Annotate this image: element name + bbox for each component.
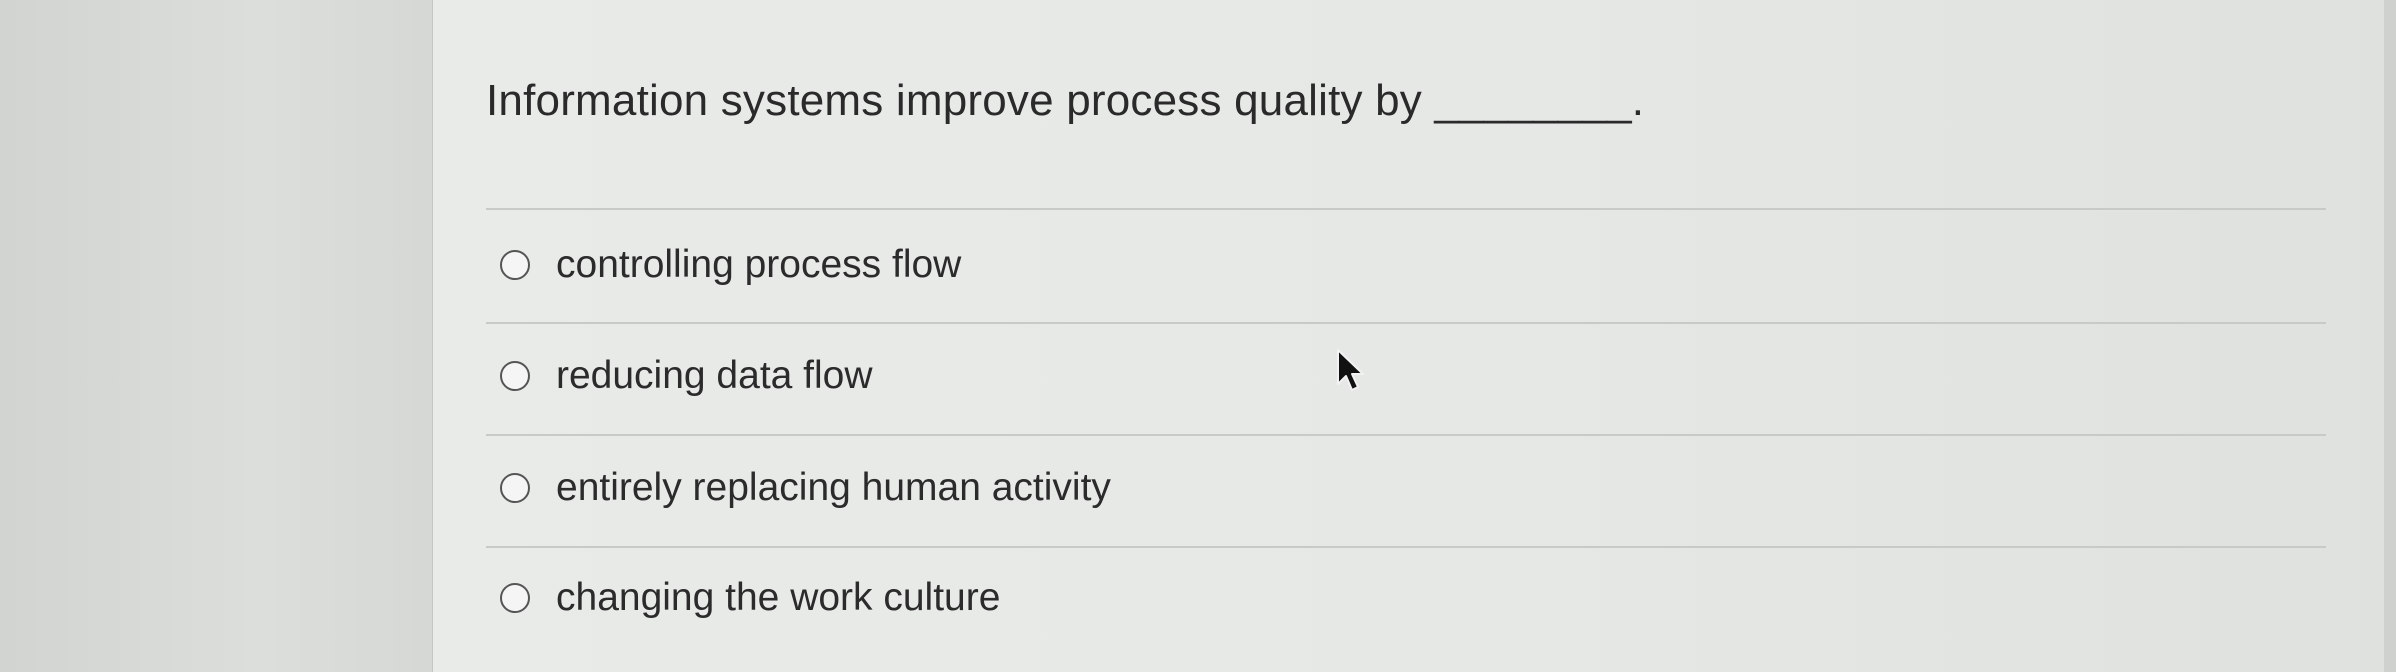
divider bbox=[486, 434, 2326, 436]
answer-option-label: entirely replacing human activity bbox=[556, 466, 1111, 509]
answer-option[interactable]: changing the work culture bbox=[500, 568, 1000, 628]
answer-option[interactable]: reducing data flow bbox=[500, 346, 873, 406]
radio-button-icon[interactable] bbox=[500, 583, 530, 613]
question-text: Information systems improve process qual… bbox=[486, 76, 1645, 125]
radio-button-icon[interactable] bbox=[500, 250, 530, 280]
radio-button-icon[interactable] bbox=[500, 473, 530, 503]
divider bbox=[486, 208, 2326, 210]
answer-option[interactable]: entirely replacing human activity bbox=[500, 458, 1111, 518]
right-margin bbox=[2384, 0, 2396, 672]
mouse-pointer-icon bbox=[1337, 349, 1364, 391]
divider bbox=[486, 322, 2326, 324]
divider bbox=[486, 546, 2326, 548]
answer-option[interactable]: controlling process flow bbox=[500, 235, 961, 295]
answer-option-label: reducing data flow bbox=[556, 354, 873, 397]
answer-option-label: changing the work culture bbox=[556, 576, 1001, 619]
answer-option-label: controlling process flow bbox=[556, 243, 962, 286]
radio-button-icon[interactable] bbox=[500, 361, 530, 391]
left-margin bbox=[0, 0, 432, 672]
